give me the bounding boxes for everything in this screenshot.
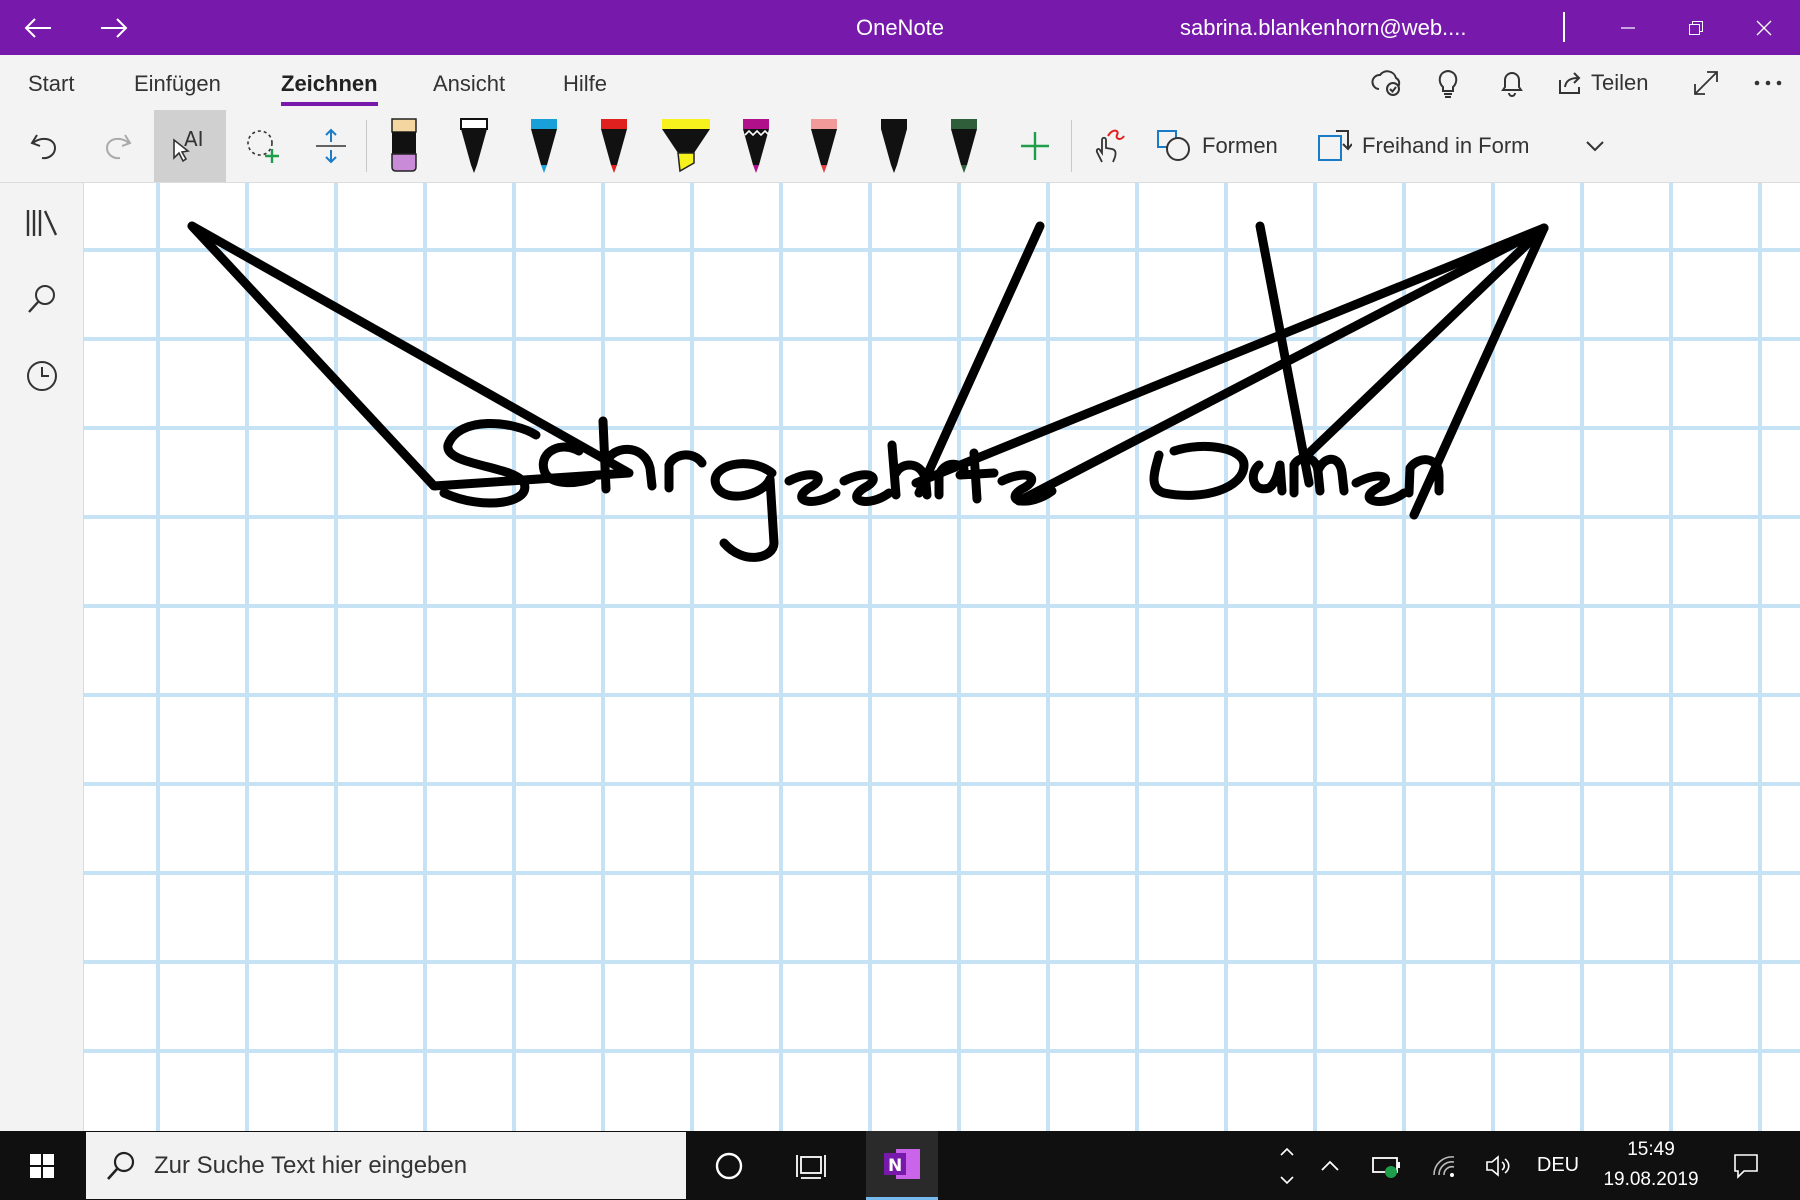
pen-magenta-galaxy-button[interactable]: [730, 110, 782, 182]
redo-icon[interactable]: [92, 110, 142, 182]
taskbar-search-input[interactable]: Zur Suche Text hier eingeben: [86, 1132, 686, 1199]
shapes-button[interactable]: Formen: [1156, 110, 1290, 182]
title-bar: OneNote sabrina.blankenhorn@web....: [0, 0, 1800, 55]
language-label: DEU: [1536, 1154, 1580, 1176]
ink-word-damen: [1149, 441, 1444, 506]
tab-hilfe[interactable]: Hilfe: [563, 55, 607, 110]
svg-text:N: N: [888, 1156, 902, 1176]
tab-einfuegen[interactable]: Einfügen: [134, 55, 221, 110]
ink-stroke-diagonal-3: [1014, 223, 1549, 506]
taskbar-search-placeholder: Zur Suche Text hier eingeben: [154, 1151, 468, 1179]
pen-icon: [811, 119, 837, 173]
tab-ansicht[interactable]: Ansicht: [433, 55, 505, 110]
wifi-icon[interactable]: [1420, 1131, 1470, 1200]
tab-start[interactable]: Start: [28, 55, 74, 110]
fullscreen-icon[interactable]: [1686, 55, 1726, 110]
app-title: OneNote: [855, 15, 945, 40]
drawing-canvas[interactable]: [84, 183, 1800, 1131]
pen-cyan-button[interactable]: [518, 110, 570, 182]
clock-time: 15:49: [1627, 1139, 1675, 1160]
shapes-label: Formen: [1202, 133, 1278, 158]
ink-to-shape-button[interactable]: Freihand in Form: [1316, 110, 1554, 182]
minimize-icon[interactable]: [1596, 0, 1660, 55]
share-label: Teilen: [1591, 69, 1649, 95]
ink-to-shape-icon: [1318, 130, 1352, 161]
ink-drawing: [187, 221, 1549, 562]
share-button[interactable]: Teilen: [1557, 55, 1661, 110]
title-separator: [1563, 12, 1565, 42]
pen-black-2-button[interactable]: [868, 110, 920, 182]
ribbon-tabs: Start Einfügen Zeichnen Ansicht Hilfe Te…: [0, 55, 1800, 110]
pen-pink-button[interactable]: [798, 110, 850, 182]
taskbar-scroll-icon[interactable]: [1270, 1131, 1304, 1200]
more-icon[interactable]: [1748, 55, 1788, 110]
restore-icon[interactable]: [1664, 0, 1728, 55]
draw-toolbar: AI Formen Freihand in Form: [0, 110, 1800, 183]
recent-icon[interactable]: [0, 346, 83, 406]
ink-stroke-diagonal-4: [1299, 223, 1549, 463]
pen-icon: [951, 119, 977, 173]
battery-icon[interactable]: [1362, 1131, 1412, 1200]
volume-icon[interactable]: [1474, 1131, 1524, 1200]
touch-drawing-icon[interactable]: [1080, 110, 1134, 182]
highlighter-icon: [662, 119, 710, 173]
toolbar-separator: [1071, 120, 1072, 172]
forward-arrow-icon[interactable]: [84, 0, 144, 55]
undo-icon[interactable]: [20, 110, 70, 182]
search-icon[interactable]: [0, 269, 83, 329]
language-indicator[interactable]: DEU: [1528, 1131, 1588, 1200]
close-icon[interactable]: [1732, 0, 1796, 55]
pen-icon: [743, 119, 770, 173]
show-hidden-icons-icon[interactable]: [1308, 1131, 1352, 1200]
search-icon: [107, 1151, 135, 1180]
clock-date: 19.08.2019: [1603, 1169, 1699, 1190]
ink-stroke-diagonal-2: [911, 223, 1549, 520]
ink-word-sehr: [439, 416, 707, 508]
ink-to-shape-label: Freihand in Form: [1362, 133, 1530, 158]
bell-icon[interactable]: [1492, 55, 1532, 110]
text-select-icon: AI: [173, 128, 204, 163]
windows-start-icon[interactable]: [0, 1131, 84, 1200]
back-arrow-icon[interactable]: [8, 0, 68, 55]
pen-icon: [881, 119, 907, 173]
onenote-app-icon: N: [884, 1149, 920, 1179]
pen-black-button[interactable]: [448, 110, 500, 182]
sync-status-icon[interactable]: [1365, 55, 1409, 110]
shapes-icon: [1157, 130, 1190, 161]
account-name[interactable]: sabrina.blankenhorn@web....: [1180, 0, 1520, 55]
share-icon: [1559, 71, 1581, 94]
chevron-down-icon[interactable]: [1570, 110, 1620, 182]
onenote-taskbar-button[interactable]: N: [866, 1131, 938, 1200]
taskbar-clock[interactable]: 15:49 19.08.2019: [1596, 1131, 1706, 1200]
highlighter-lilac-button[interactable]: [378, 110, 430, 182]
ink-word-geehrte: [710, 440, 1057, 562]
cortana-icon[interactable]: [694, 1131, 764, 1200]
task-view-icon[interactable]: [776, 1131, 846, 1200]
highlighter-yellow-button[interactable]: [654, 110, 718, 182]
svg-text:AI: AI: [184, 128, 204, 151]
pen-icon: [460, 118, 488, 173]
highlighter-icon: [391, 118, 417, 172]
lasso-text-select-button[interactable]: AI: [154, 110, 226, 182]
pen-darkgreen-button[interactable]: [938, 110, 990, 182]
add-space-icon[interactable]: [306, 110, 356, 182]
left-navigation: [0, 183, 84, 1131]
lasso-select-icon[interactable]: [238, 110, 288, 182]
pen-red-button[interactable]: [588, 110, 640, 182]
pen-icon: [531, 119, 557, 173]
pen-icon: [601, 119, 627, 173]
tab-zeichnen[interactable]: Zeichnen: [281, 55, 378, 110]
notebooks-icon[interactable]: [0, 193, 83, 253]
add-pen-icon[interactable]: [1010, 110, 1060, 182]
windows-taskbar: Zur Suche Text hier eingeben N DEU 15:49…: [0, 1131, 1800, 1200]
lightbulb-icon[interactable]: [1428, 55, 1468, 110]
action-center-icon[interactable]: [1716, 1131, 1776, 1200]
toolbar-separator: [366, 120, 367, 172]
